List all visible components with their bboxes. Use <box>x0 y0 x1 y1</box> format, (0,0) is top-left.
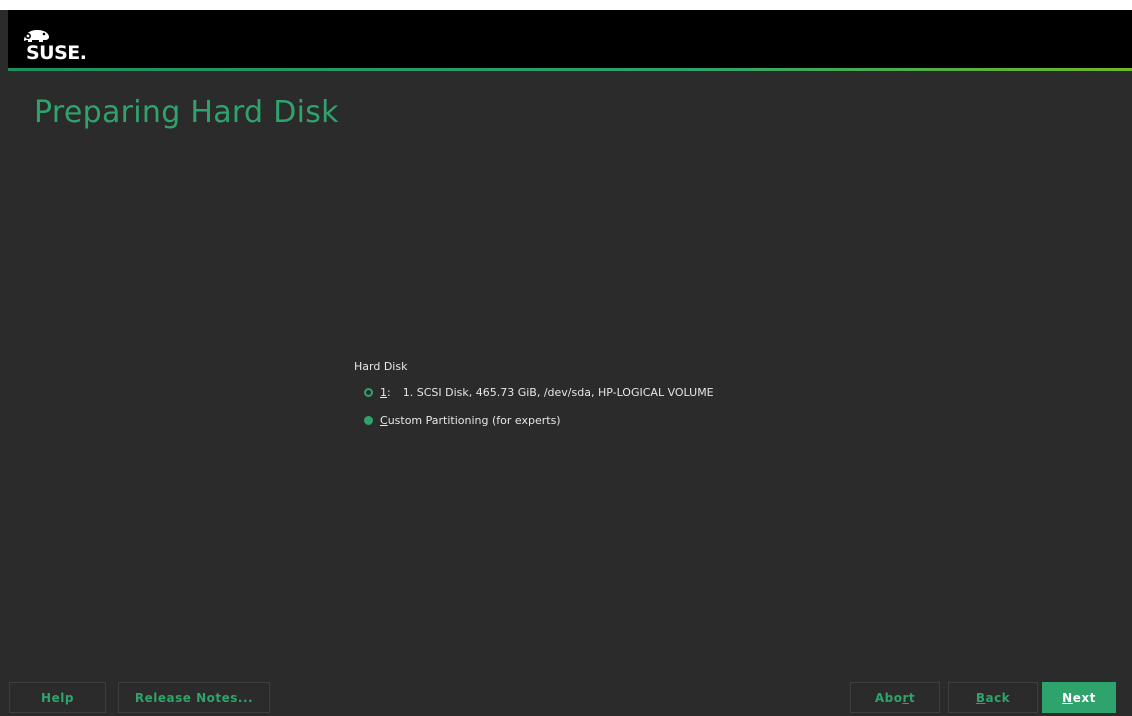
release-notes-button[interactable]: Release Notes... <box>118 682 270 713</box>
option-label: 1. SCSI Disk, 465.73 GiB, /dev/sda, HP-L… <box>402 385 714 399</box>
next-mnemonic: N <box>1062 690 1073 705</box>
hard-disk-label: Hard Disk <box>354 360 408 373</box>
radio-unselected-icon[interactable] <box>364 387 373 397</box>
abort-label-pre: Abo <box>874 690 903 705</box>
option-label: Custom Partitioning (for experts) <box>380 414 561 427</box>
top-strip <box>0 0 1132 10</box>
back-button[interactable]: Back <box>948 682 1038 713</box>
suse-logo: SUSE. <box>22 28 142 68</box>
option-key: 1: <box>380 386 391 399</box>
radio-selected-icon[interactable] <box>364 415 373 425</box>
back-label-rest: ack <box>985 690 1011 705</box>
option-key-suffix: : <box>387 385 391 399</box>
main-content: Preparing Hard Disk Hard Disk 1: 1. SCSI… <box>8 71 1132 680</box>
header-bar: SUSE. <box>8 10 1132 68</box>
logo-text: SUSE. <box>26 42 87 64</box>
help-button[interactable]: Help <box>9 682 106 713</box>
option-mnemonic: 1 <box>380 385 387 399</box>
next-button[interactable]: Next <box>1042 682 1116 713</box>
abort-label-post: t <box>908 690 916 705</box>
footer-bar: Help Release Notes... Abo r t Back Next <box>8 680 1132 716</box>
option-label-rest: ustom Partitioning (for experts) <box>387 413 561 427</box>
page-title: Preparing Hard Disk <box>34 95 339 130</box>
abort-button[interactable]: Abo r t <box>850 682 940 713</box>
back-mnemonic: B <box>975 690 986 705</box>
disk-option-sda[interactable]: 1: 1. SCSI Disk, 465.73 GiB, /dev/sda, H… <box>364 383 714 401</box>
custom-partitioning-option[interactable]: Custom Partitioning (for experts) <box>364 411 561 429</box>
next-label-rest: ext <box>1072 690 1096 705</box>
option-mnemonic: C <box>380 413 388 427</box>
